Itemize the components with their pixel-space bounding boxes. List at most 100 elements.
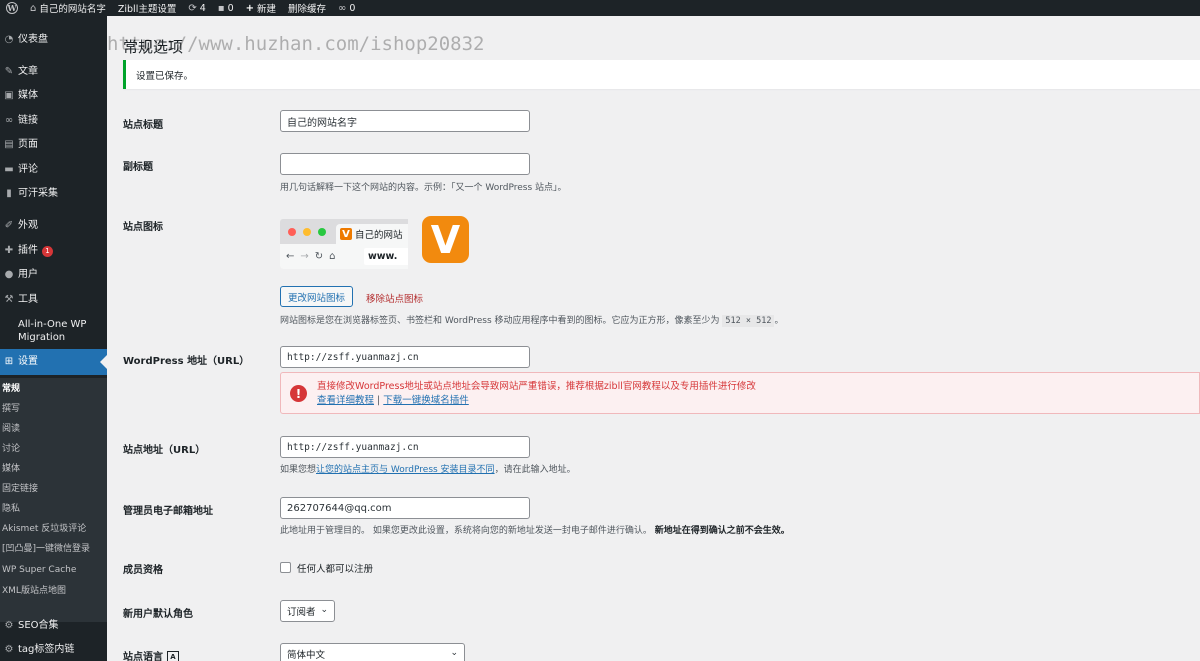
minimize-dot-icon <box>303 228 311 236</box>
icon-size-code: 512 × 512 <box>722 315 775 327</box>
media-icon: ▣ <box>4 90 14 101</box>
home-icon: ⌂ <box>329 251 336 262</box>
updates-icon: ⟳ <box>188 2 197 14</box>
menu-all-in-one-migration[interactable]: All-in-One WP Migration <box>0 316 107 346</box>
brush-icon: ✐ <box>4 220 14 231</box>
reload-icon: ↻ <box>314 251 324 262</box>
default-role-select[interactable]: 订阅者 ⌄ <box>280 600 335 622</box>
submenu-wechat-login[interactable]: [凹凸曼]一键微信登录 <box>2 544 90 555</box>
warning-icon: ! <box>290 385 307 402</box>
chevron-down-icon: ⌄ <box>450 648 458 658</box>
main-content: 常规选项 https://www.huzhan.com/ishop20832 设… <box>107 16 1200 661</box>
admin-email-label: 管理员电子邮箱地址 <box>123 506 213 517</box>
menu-tools[interactable]: ⚒ 工具 <box>0 292 107 308</box>
wordpress-logo-button[interactable]: W <box>0 0 24 16</box>
menu-links[interactable]: ∞ 链接 <box>0 113 107 129</box>
wp-address-input[interactable]: http://zsff.yuanmazj.cn <box>280 346 530 368</box>
settings-icon: ⊞ <box>4 356 14 367</box>
site-icon-label: 站点图标 <box>123 222 163 233</box>
tagline-input[interactable] <box>280 153 530 175</box>
default-role-label: 新用户默认角色 <box>123 609 193 620</box>
collect-icon: ▮ <box>6 188 12 199</box>
site-language-label: 站点语言 A <box>123 648 179 661</box>
menu-settings[interactable]: ⊞ 设置 <box>0 349 107 375</box>
preview-address-bar: www. <box>364 248 408 265</box>
clear-cache-link[interactable]: 删除缓存 <box>282 0 332 16</box>
submenu-writing[interactable]: 撰写 <box>2 404 20 415</box>
menu-comments[interactable]: ▬ 评论 <box>0 162 107 178</box>
link-icon: ∞ <box>4 115 14 126</box>
forward-arrow-icon: → <box>300 251 309 262</box>
site-title-input[interactable]: 自己的网站名字 <box>280 110 530 132</box>
admin-email-description: 此地址用于管理目的。 如果您更改此设置，系统将向您的新地址发送一封电子邮件进行确… <box>280 526 790 536</box>
address-warning-box: ! 直接修改WordPress地址或站点地址会导致网站严重错误，推荐根据zibl… <box>280 372 1200 414</box>
page-title: 常规选项 <box>123 38 184 56</box>
domain-plugin-download-link[interactable]: 下载一键换域名插件 <box>383 395 469 406</box>
site-icon-description: 网站图标是您在浏览器标签页、书签栏和 WordPress 移动应用程序中看到的图… <box>280 315 784 327</box>
link-icon: ∞ <box>338 2 347 14</box>
gear-icon: ⚙ <box>4 644 14 655</box>
menu-tag-links[interactable]: ⚙ tag标签内链 <box>0 642 107 658</box>
site-favicon-icon: V <box>340 228 352 240</box>
submenu-reading[interactable]: 阅读 <box>2 424 20 435</box>
browser-tab-preview: V 自己的网站 ← → ↻ ⌂ www. <box>280 219 408 269</box>
menu-dashboard[interactable]: ◔ 仪表盘 <box>0 32 107 48</box>
menu-collect[interactable]: ▮ 可汗采集 <box>0 186 107 202</box>
different-directory-link[interactable]: 让您的站点主页与 WordPress 安装目录不同 <box>316 465 495 475</box>
preview-tab: V 自己的网站 <box>336 224 408 244</box>
warning-message: 直接修改WordPress地址或站点地址会导致网站严重错误，推荐根据zibll官… <box>317 381 756 392</box>
wordpress-logo-icon: W <box>6 2 18 14</box>
user-icon: ● <box>4 269 14 280</box>
translation-icon: A <box>167 651 179 661</box>
submenu-akismet[interactable]: Akismet 反垃圾评论 <box>2 524 86 535</box>
close-dot-icon <box>288 228 296 236</box>
site-title-label: 站点标题 <box>123 120 163 131</box>
submenu-discussion[interactable]: 讨论 <box>2 444 20 455</box>
admin-bar: W ⌂ 自己的网站名字 Zibll主题设置 ⟳ 4 ▪ 0 + 新建 删除缓存 ∞ 0 <box>0 0 1200 16</box>
back-arrow-icon: ← <box>286 251 295 262</box>
site-address-label: 站点地址（URL） <box>123 445 206 456</box>
dashboard-icon: ◔ <box>4 34 14 45</box>
site-name-link[interactable]: ⌂ 自己的网站名字 <box>24 0 112 16</box>
site-address-input[interactable]: http://zsff.yuanmazj.cn <box>280 436 530 458</box>
tutorial-link[interactable]: 查看详细教程 <box>317 395 374 406</box>
tagline-label: 副标题 <box>123 162 153 173</box>
wrench-icon: ⚒ <box>4 294 14 305</box>
site-app-icon: V <box>422 216 469 263</box>
menu-appearance[interactable]: ✐ 外观 <box>0 218 107 234</box>
comment-icon: ▬ <box>4 164 14 175</box>
remove-site-icon-link[interactable]: 移除站点图标 <box>366 291 423 305</box>
submenu-wp-super-cache[interactable]: WP Super Cache <box>2 565 76 576</box>
home-icon: ⌂ <box>30 2 37 14</box>
plus-icon: + <box>245 2 254 14</box>
menu-users[interactable]: ● 用户 <box>0 267 107 283</box>
menu-seo[interactable]: ⚙ SEO合集 <box>0 618 107 634</box>
admin-email-input[interactable]: 262707644@qq.com <box>280 497 530 519</box>
theme-settings-link[interactable]: Zibll主题设置 <box>112 0 182 16</box>
site-language-select[interactable]: 简体中文 ⌄ <box>280 643 465 661</box>
menu-posts[interactable]: ✎ 文章 <box>0 64 107 80</box>
anyone-can-register-label: 任何人都可以注册 <box>297 564 374 575</box>
wp-address-label: WordPress 地址（URL） <box>123 356 250 367</box>
submenu-xml-sitemap[interactable]: XML版站点地图 <box>2 586 66 597</box>
comments-link[interactable]: ▪ 0 <box>212 0 240 16</box>
gear-icon: ⚙ <box>4 620 14 631</box>
page-icon: ▤ <box>4 139 14 150</box>
submenu-privacy[interactable]: 隐私 <box>2 504 20 515</box>
menu-pages[interactable]: ▤ 页面 <box>0 137 107 153</box>
submenu-permalinks[interactable]: 固定链接 <box>2 484 38 495</box>
chevron-down-icon: ⌄ <box>320 605 328 615</box>
links-counter[interactable]: ∞ 0 <box>332 0 361 16</box>
pin-icon: ✎ <box>4 66 14 77</box>
updates-link[interactable]: ⟳ 4 <box>182 0 211 16</box>
menu-media[interactable]: ▣ 媒体 <box>0 88 107 104</box>
comment-bubble-icon: ▪ <box>217 2 225 14</box>
menu-plugins[interactable]: ✚ 插件 1 <box>0 243 107 259</box>
change-site-icon-button[interactable]: 更改网站图标 <box>280 286 354 307</box>
submenu-general[interactable]: 常规 <box>2 384 20 395</box>
membership-label: 成员资格 <box>123 565 163 576</box>
admin-side-menu: ◔ 仪表盘 ✎ 文章 ▣ 媒体 ∞ 链接 ▤ 页面 ▬ 评论 ▮ 可汗采集 ✐ 外观 ✚ 插件 1 … <box>0 16 107 661</box>
new-content-link[interactable]: + 新建 <box>240 0 282 16</box>
submenu-media[interactable]: 媒体 <box>2 464 20 475</box>
anyone-can-register-checkbox[interactable] <box>280 562 291 573</box>
